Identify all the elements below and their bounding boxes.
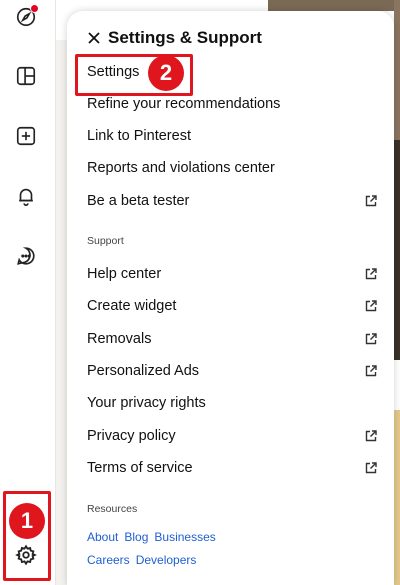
background-image-strip-right-2 [394,140,400,360]
background-image-strip-left [56,40,67,585]
menu-item-personalized-ads[interactable]: Personalized Ads [87,359,378,383]
external-link-icon [365,300,377,312]
resource-link-developers[interactable]: Developers [136,553,197,567]
menu-item-label: Personalized Ads [87,363,200,379]
menu-item-privacy-policy[interactable]: Privacy policy [87,424,378,448]
resources-links-row-2: Careers Developers [87,553,196,567]
menu-item-removals[interactable]: Removals [87,327,378,351]
annotation-badge-1: 1 [9,503,45,539]
resource-link-blog[interactable]: Blog [124,530,148,544]
external-link-icon [365,268,377,280]
menu-item-label: Refine your recommendations [87,96,281,112]
menu-item-label: Your privacy rights [87,395,206,411]
resource-link-about[interactable]: About [87,530,118,544]
menu-item-privacy-rights[interactable]: Your privacy rights [87,391,378,415]
support-section-label: Support [87,235,124,247]
resource-link-businesses[interactable]: Businesses [154,530,215,544]
annotation-badge-2: 2 [148,55,184,91]
menu-item-label: Privacy policy [87,428,176,444]
menu-item-reports-violations[interactable]: Reports and violations center [87,156,378,180]
menu-item-label: Reports and violations center [87,160,275,176]
plus-square-icon[interactable] [13,123,39,149]
menu-item-create-widget[interactable]: Create widget [87,294,378,318]
external-link-icon [365,365,377,377]
menu-item-label: Link to Pinterest [87,128,191,144]
background-image-strip-right-1 [394,0,400,140]
menu-item-label: Terms of service [87,460,193,476]
menu-item-label: Be a beta tester [87,193,190,209]
external-link-icon [365,333,377,345]
notification-dot [30,4,39,13]
menu-item-beta-tester[interactable]: Be a beta tester [87,189,378,213]
menu-header: Settings & Support [87,27,262,49]
menu-item-link-to-pinterest[interactable]: Link to Pinterest [87,124,378,148]
compass-icon[interactable] [13,4,39,30]
bell-icon[interactable] [13,183,39,209]
resources-section-label: Resources [87,503,138,515]
menu-item-help-center[interactable]: Help center [87,262,378,286]
menu-item-label: Create widget [87,298,177,314]
settings-support-menu: Settings & Support Settings Refine your … [67,11,394,585]
background-image-strip-right-3 [394,410,400,585]
external-link-icon [365,195,377,207]
board-icon[interactable] [13,63,39,89]
external-link-icon [365,430,377,442]
chat-icon[interactable] [13,243,39,269]
menu-title: Settings & Support [108,28,262,47]
menu-item-label: Removals [87,331,152,347]
close-icon[interactable] [87,31,101,45]
menu-item-terms-of-service[interactable]: Terms of service [87,456,378,480]
menu-item-label: Help center [87,266,162,282]
resources-links-row-1: About Blog Businesses [87,530,216,544]
resource-link-careers[interactable]: Careers [87,553,130,567]
background-image-strip-top [268,0,400,11]
external-link-icon [365,462,377,474]
